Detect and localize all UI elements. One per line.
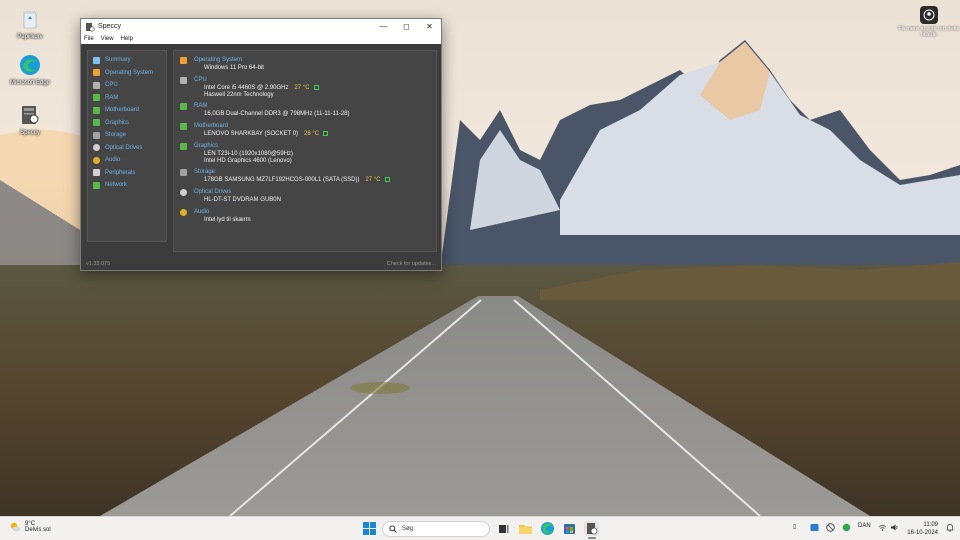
graphics-icon — [180, 143, 187, 150]
edge-taskbar-button[interactable] — [540, 521, 555, 536]
tray-onedrive-icon[interactable] — [842, 523, 851, 534]
tray-usb-icon[interactable]: ▯ — [793, 523, 796, 530]
speccy-taskbar-button[interactable] — [584, 521, 599, 536]
nav-item-ram[interactable]: RAM — [88, 92, 166, 105]
cpu-icon — [180, 77, 187, 84]
optical-drive-icon — [93, 144, 100, 152]
sidebar-nav: Summary Operating System CPU RAM Motherb… — [87, 50, 167, 242]
store-icon — [564, 524, 575, 534]
section-motherboard: Motherboard LENOVO SHARKBAY (SOCKET 0) 28… — [180, 123, 430, 139]
maximize-button[interactable]: ◻ — [395, 19, 418, 34]
motherboard-icon — [93, 106, 100, 114]
nav-item-storage[interactable]: Storage — [88, 129, 166, 142]
wifi-icon[interactable] — [878, 523, 887, 534]
task-view-icon — [499, 525, 509, 533]
cpu-icon — [93, 81, 100, 89]
menu-bar: File View Help — [81, 34, 441, 44]
minimize-button[interactable]: — — [372, 19, 395, 34]
motherboard-temperature: 28 °C — [304, 131, 320, 137]
spotlight-info[interactable]: Få mere at vide om dette billede — [898, 6, 960, 38]
temperature-graph-icon[interactable] — [313, 85, 319, 90]
nav-item-operating-system[interactable]: Operating System — [88, 67, 166, 80]
window-title: Speccy — [98, 23, 121, 30]
menu-file[interactable]: File — [84, 36, 94, 42]
desktop-icon-recycle-bin[interactable]: Papirkurv — [0, 6, 60, 40]
speccy-window: Speccy — ◻ ✕ File View Help Summary Oper… — [80, 18, 442, 271]
nav-item-peripherals[interactable]: Peripherals — [88, 167, 166, 180]
weather-widget[interactable]: 9°C Delvis sol — [9, 521, 51, 533]
weather-desc: Delvis sol — [25, 527, 51, 533]
nav-item-optical-drives[interactable]: Optical Drives — [88, 142, 166, 155]
speccy-icon — [587, 523, 598, 535]
edge-icon — [541, 522, 554, 535]
nav-item-motherboard[interactable]: Motherboard — [88, 104, 166, 117]
menu-help[interactable]: Help — [121, 36, 133, 42]
clock-time: 11:09 — [923, 522, 938, 528]
menu-view[interactable]: View — [101, 36, 114, 42]
windows-icon — [93, 69, 100, 77]
storage-icon — [180, 169, 187, 176]
section-operating-system: Operating System Windows 11 Pro 64-bit — [180, 57, 430, 73]
temperature-graph-icon[interactable] — [384, 177, 390, 182]
nav-item-network[interactable]: Network — [88, 179, 166, 192]
section-graphics: Graphics LEN T23i-10 (1920x1080@59Hz) In… — [180, 143, 430, 165]
storage-temperature: 27 °C — [365, 177, 381, 183]
windows-icon — [180, 57, 187, 64]
close-button[interactable]: ✕ — [418, 19, 441, 34]
nav-item-graphics[interactable]: Graphics — [88, 117, 166, 130]
summary-panel: Operating System Windows 11 Pro 64-bit C… — [173, 50, 437, 252]
tray-app-icon[interactable] — [810, 523, 819, 534]
notification-bell-icon[interactable] — [946, 523, 954, 534]
edge-icon — [17, 52, 43, 78]
clock[interactable]: 11:09 16-10-2024 — [907, 521, 938, 537]
task-view-button[interactable] — [496, 521, 511, 536]
search-icon — [389, 525, 397, 533]
cpu-temperature: 27 °C — [294, 85, 310, 91]
speccy-icon — [17, 102, 43, 128]
volume-icon[interactable] — [890, 523, 899, 534]
windows-start-icon — [363, 522, 376, 535]
peripherals-icon — [93, 169, 100, 177]
section-storage: Storage 178GB SAMSUNG MZ7LF192HCGS-000L1… — [180, 169, 430, 185]
nav-item-cpu[interactable]: CPU — [88, 79, 166, 92]
clock-date: 16-10-2024 — [907, 530, 938, 536]
desktop-icon-speccy[interactable]: Speccy — [0, 102, 60, 136]
start-button[interactable] — [362, 521, 377, 536]
temperature-graph-icon[interactable] — [323, 131, 329, 136]
version-label: v1.33.075 — [86, 261, 111, 267]
nav-item-audio[interactable]: Audio — [88, 154, 166, 167]
summary-icon — [93, 56, 100, 64]
audio-icon — [93, 156, 100, 164]
language-indicator[interactable]: DAN — [858, 523, 871, 529]
ram-icon — [180, 103, 187, 110]
section-optical-drives: Optical Drives HL-DT-ST DVDRAM GUB0N — [180, 189, 430, 205]
store-button[interactable] — [562, 521, 577, 536]
motherboard-icon — [180, 123, 187, 130]
desktop-icon-microsoft-edge[interactable]: Microsoft Edge — [0, 52, 60, 86]
storage-icon — [93, 131, 100, 139]
network-icon — [93, 181, 100, 189]
section-ram: RAM 16,0GB Dual-Channel DDR3 @ 798MHz (1… — [180, 103, 430, 119]
graphics-icon — [93, 119, 100, 127]
audio-icon — [180, 209, 187, 216]
section-audio: Audio Intel lyd til skærm — [180, 209, 430, 225]
recycle-bin-icon — [17, 6, 43, 32]
nav-item-summary[interactable]: Summary — [88, 54, 166, 67]
partly-sunny-icon — [10, 522, 21, 532]
taskbar: 9°C Delvis sol Søg ▯ DAN 11:09 16-10-202… — [0, 516, 960, 540]
file-explorer-button[interactable] — [518, 521, 533, 536]
ram-icon — [93, 94, 100, 102]
tray-display-icon[interactable] — [826, 523, 835, 534]
check-for-updates-link[interactable]: Check for updates... — [387, 261, 436, 267]
optical-drive-icon — [180, 189, 187, 196]
folder-icon — [519, 525, 532, 534]
active-app-indicator — [588, 537, 596, 539]
speccy-app-icon — [86, 22, 95, 32]
section-cpu: CPU Intel Core i5 4460S @ 2.90GHz 27 °C H… — [180, 77, 430, 99]
taskbar-search[interactable]: Søg — [382, 521, 490, 537]
camera-icon — [920, 6, 938, 24]
title-bar[interactable]: Speccy — ◻ ✕ — [81, 19, 441, 34]
status-bar: v1.33.075 Check for updates... — [81, 258, 441, 270]
